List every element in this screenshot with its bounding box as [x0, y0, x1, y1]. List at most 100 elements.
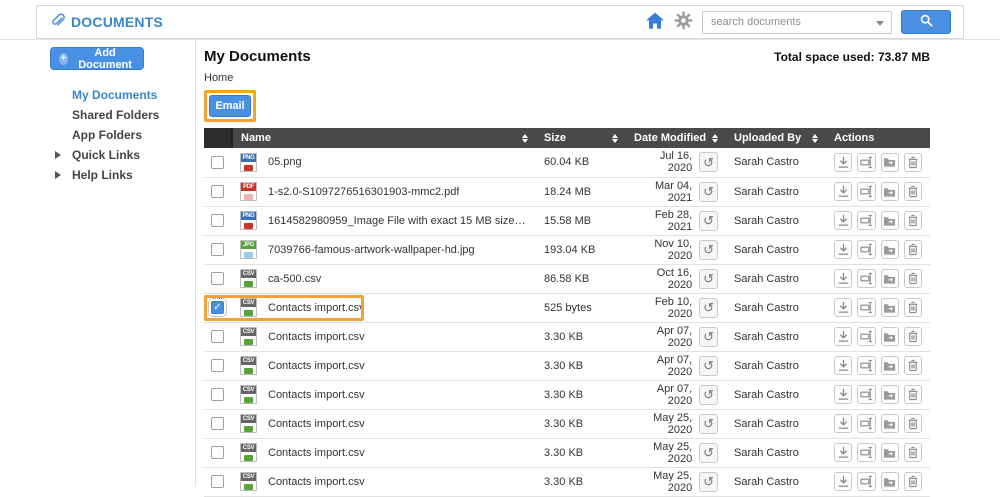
sort-icon[interactable] — [812, 134, 818, 143]
rename-button[interactable] — [857, 327, 875, 346]
rename-button[interactable] — [857, 472, 875, 491]
search-input[interactable] — [702, 11, 892, 34]
delete-button[interactable] — [904, 385, 922, 404]
file-name-link[interactable]: Contacts import.csv — [268, 389, 365, 401]
move-to-folder-button[interactable] — [881, 240, 899, 259]
row-checkbox[interactable] — [211, 156, 224, 169]
rename-button[interactable] — [857, 153, 875, 172]
file-name-link[interactable]: Contacts import.csv — [268, 360, 365, 372]
move-to-folder-button[interactable] — [881, 443, 899, 462]
rename-button[interactable] — [857, 414, 875, 433]
column-header-date-modified[interactable]: Date Modified — [626, 128, 726, 148]
download-button[interactable] — [834, 443, 852, 462]
row-checkbox[interactable] — [211, 359, 224, 372]
move-to-folder-button[interactable] — [881, 211, 899, 230]
rename-button[interactable] — [857, 443, 875, 462]
sidebar-item-app-folders[interactable]: App Folders — [50, 125, 195, 145]
file-name-link[interactable]: Contacts import.csv — [268, 418, 365, 430]
download-button[interactable] — [834, 385, 852, 404]
settings-button[interactable] — [674, 11, 693, 33]
version-history-button[interactable]: ↺ — [699, 211, 718, 231]
move-to-folder-button[interactable] — [881, 414, 899, 433]
sort-icon[interactable] — [712, 134, 718, 143]
add-document-button[interactable]: + Add Document — [50, 47, 144, 70]
version-history-button[interactable]: ↺ — [699, 298, 718, 318]
download-button[interactable] — [834, 240, 852, 259]
delete-button[interactable] — [904, 182, 922, 201]
version-history-button[interactable]: ↺ — [699, 269, 718, 289]
move-to-folder-button[interactable] — [881, 385, 899, 404]
download-button[interactable] — [834, 298, 852, 317]
breadcrumb[interactable]: Home — [204, 72, 930, 84]
file-name-link[interactable]: 7039766-famous-artwork-wallpaper-hd.jpg — [268, 244, 475, 256]
rename-button[interactable] — [857, 269, 875, 288]
delete-button[interactable] — [904, 443, 922, 462]
download-button[interactable] — [834, 414, 852, 433]
move-to-folder-button[interactable] — [881, 472, 899, 491]
move-to-folder-button[interactable] — [881, 356, 899, 375]
file-name-link[interactable]: Contacts import.csv — [268, 302, 365, 314]
version-history-button[interactable]: ↺ — [699, 327, 718, 347]
move-to-folder-button[interactable] — [881, 153, 899, 172]
version-history-button[interactable]: ↺ — [699, 385, 718, 405]
file-name-link[interactable]: 05.png — [268, 156, 302, 168]
delete-button[interactable] — [904, 327, 922, 346]
column-header-actions[interactable]: Actions — [826, 128, 930, 148]
delete-button[interactable] — [904, 414, 922, 433]
download-button[interactable] — [834, 269, 852, 288]
file-name-link[interactable]: 1-s2.0-S1097276516301903-mmc2.pdf — [268, 186, 459, 198]
download-button[interactable] — [834, 211, 852, 230]
dropdown-caret-icon[interactable] — [876, 21, 884, 26]
email-button[interactable]: Email — [209, 95, 251, 117]
version-history-button[interactable]: ↺ — [699, 472, 718, 492]
column-header-name[interactable]: Name — [232, 128, 536, 148]
row-checkbox[interactable] — [211, 214, 224, 227]
rename-button[interactable] — [857, 385, 875, 404]
download-button[interactable] — [834, 356, 852, 375]
rename-button[interactable] — [857, 356, 875, 375]
row-checkbox[interactable] — [211, 185, 224, 198]
row-checkbox[interactable] — [211, 272, 224, 285]
version-history-button[interactable]: ↺ — [699, 152, 718, 172]
sidebar-item-my-documents[interactable]: My Documents — [50, 85, 195, 105]
row-checkbox[interactable]: ✓ — [211, 301, 224, 314]
rename-button[interactable] — [857, 211, 875, 230]
row-checkbox[interactable] — [211, 330, 224, 343]
download-button[interactable] — [834, 153, 852, 172]
row-checkbox[interactable] — [211, 475, 224, 488]
file-name-link[interactable]: 1614582980959_Image File with exact 15 M… — [268, 215, 528, 227]
delete-button[interactable] — [904, 269, 922, 288]
move-to-folder-button[interactable] — [881, 327, 899, 346]
sort-icon[interactable] — [522, 134, 528, 143]
column-header-size[interactable]: Size — [536, 128, 626, 148]
file-name-link[interactable]: ca-500.csv — [268, 273, 321, 285]
rename-button[interactable] — [857, 182, 875, 201]
row-checkbox[interactable] — [211, 388, 224, 401]
file-name-link[interactable]: Contacts import.csv — [268, 447, 365, 459]
home-button[interactable] — [645, 12, 665, 33]
sidebar-item-quick-links[interactable]: Quick Links — [50, 145, 195, 165]
delete-button[interactable] — [904, 356, 922, 375]
row-checkbox[interactable] — [211, 446, 224, 459]
app-logo[interactable]: DOCUMENTS — [49, 12, 163, 33]
download-button[interactable] — [834, 327, 852, 346]
sidebar-item-shared-folders[interactable]: Shared Folders — [50, 105, 195, 125]
sort-icon[interactable] — [612, 134, 618, 143]
row-checkbox[interactable] — [211, 417, 224, 430]
delete-button[interactable] — [904, 153, 922, 172]
delete-button[interactable] — [904, 472, 922, 491]
expand-arrow-icon[interactable] — [55, 171, 61, 179]
column-header-uploaded-by[interactable]: Uploaded By — [726, 128, 826, 148]
version-history-button[interactable]: ↺ — [699, 443, 718, 463]
delete-button[interactable] — [904, 240, 922, 259]
move-to-folder-button[interactable] — [881, 298, 899, 317]
rename-button[interactable] — [857, 240, 875, 259]
version-history-button[interactable]: ↺ — [699, 240, 718, 260]
version-history-button[interactable]: ↺ — [699, 356, 718, 376]
move-to-folder-button[interactable] — [881, 269, 899, 288]
download-button[interactable] — [834, 182, 852, 201]
search-button[interactable] — [901, 10, 951, 34]
download-button[interactable] — [834, 472, 852, 491]
version-history-button[interactable]: ↺ — [699, 414, 718, 434]
row-checkbox[interactable] — [211, 243, 224, 256]
